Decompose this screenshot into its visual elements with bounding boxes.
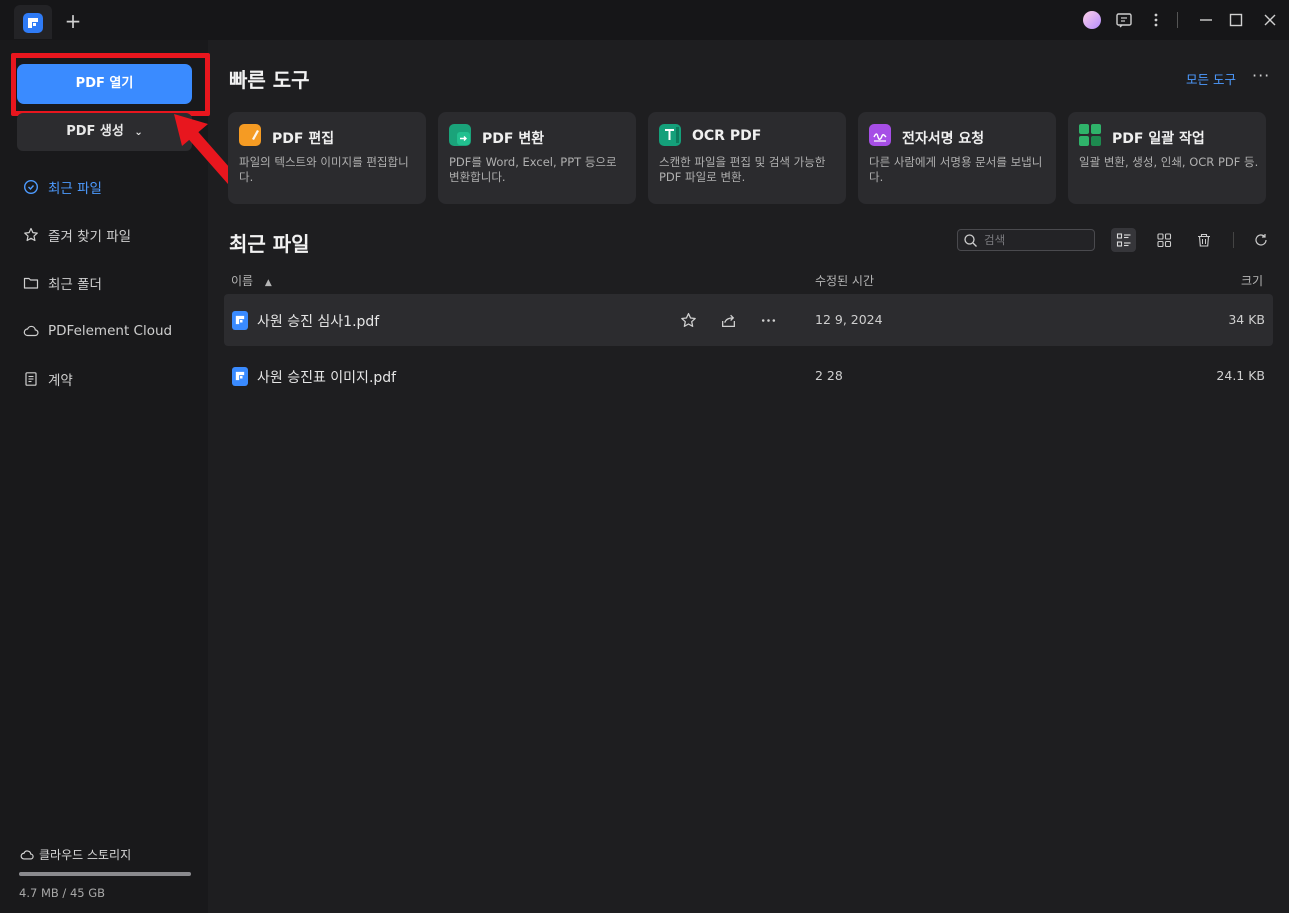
folder-icon — [22, 274, 40, 292]
cloud-icon — [22, 322, 40, 340]
refresh-icon — [1254, 234, 1267, 246]
recent-files-title: 최근 파일 — [229, 232, 310, 256]
all-tools-link[interactable]: 모든 도구 — [1186, 69, 1236, 88]
tool-card-description: 일괄 변환, 생성, 인쇄, OCR PDF 등. — [1079, 155, 1259, 169]
titlebar-divider — [1177, 12, 1178, 28]
column-header-modified[interactable]: 수정된 시간 — [815, 272, 874, 289]
file-modified-time: 12 9, 2024 — [815, 312, 883, 327]
more-horizontal-icon[interactable] — [758, 310, 778, 330]
quick-tools-title: 빠른 도구 — [229, 68, 310, 92]
search-box[interactable] — [957, 229, 1095, 251]
trash-icon — [1197, 233, 1210, 247]
clock-icon — [22, 178, 40, 196]
edit-pdf-icon — [239, 124, 261, 146]
grid-view-button[interactable] — [1151, 228, 1176, 252]
sidebar-item-label: 계약 — [48, 373, 73, 389]
tool-card-title: PDF 일괄 작업 — [1112, 131, 1205, 147]
more-vertical-icon[interactable] — [1146, 10, 1166, 30]
share-icon[interactable] — [718, 310, 738, 330]
search-input[interactable] — [984, 232, 1084, 248]
chevron-down-icon: ⌄ — [134, 127, 143, 138]
tool-card-description: 스캔한 파일을 편집 및 검색 가능한 PDF 파일로 변환. — [659, 155, 826, 184]
file-size: 34 KB — [1228, 312, 1265, 327]
tool-card-edit-pdf[interactable]: PDF 편집 파일의 텍스트와 이미지를 편집합니다. — [228, 112, 426, 204]
file-name: 사원 승진 심사1.pdf — [257, 314, 380, 330]
file-name: 사원 승진표 이미지.pdf — [257, 370, 397, 386]
minimize-icon[interactable] — [1196, 10, 1216, 30]
sidebar-item-label: 최근 파일 — [48, 181, 102, 197]
annotation-highlight-box — [11, 53, 210, 116]
pdfelement-logo-icon — [23, 13, 43, 33]
ocr-icon — [659, 124, 681, 146]
storage-usage-value: 4.7 MB / 45 GB — [19, 886, 106, 900]
sidebar-item-contracts[interactable]: 계약 — [22, 367, 202, 391]
file-modified-time: 2 28 — [815, 368, 843, 383]
tool-card-title: OCR PDF — [692, 128, 762, 144]
tool-card-e-signature[interactable]: 전자서명 요청 다른 사람에게 서명용 문서를 보냅니다. — [858, 112, 1056, 204]
pdf-file-icon — [232, 367, 248, 386]
sidebar-item-label: PDFelement Cloud — [48, 323, 173, 339]
favorite-star-icon[interactable] — [678, 310, 698, 330]
star-icon — [22, 226, 40, 244]
title-bar: + — [0, 0, 1289, 40]
tool-card-convert-pdf[interactable]: PDF 변환 PDF를 Word, Excel, PPT 등으로 변환합니다. — [438, 112, 636, 204]
tool-card-title: PDF 변환 — [482, 131, 545, 147]
storage-usage-fill — [19, 872, 191, 876]
sidebar-item-favorites[interactable]: 즐겨 찾기 파일 — [22, 223, 202, 247]
storage-usage-bar — [19, 872, 191, 876]
tool-card-batch[interactable]: PDF 일괄 작업 일괄 변환, 생성, 인쇄, OCR PDF 등. — [1068, 112, 1266, 204]
sidebar-item-label: 최근 폴더 — [48, 277, 102, 293]
signature-icon — [869, 124, 891, 146]
create-pdf-label: PDF 생성 — [66, 124, 124, 139]
file-size: 24.1 KB — [1216, 368, 1265, 383]
tool-card-description: 다른 사람에게 서명용 문서를 보냅니다. — [869, 155, 1043, 184]
convert-pdf-icon — [449, 124, 471, 146]
column-header-name[interactable]: 이름 ▲ — [231, 272, 272, 289]
tool-card-title: PDF 편집 — [272, 131, 335, 147]
refresh-button[interactable] — [1248, 228, 1273, 252]
cloud-storage-label[interactable]: 클라우드 스토리지 — [20, 846, 131, 863]
pdf-file-icon — [232, 311, 248, 330]
batch-icon — [1079, 124, 1101, 146]
search-icon — [963, 233, 978, 252]
sidebar-item-label: 즐겨 찾기 파일 — [48, 229, 132, 245]
list-view-icon — [1116, 233, 1130, 247]
cloud-icon — [20, 848, 34, 862]
new-tab-button[interactable]: + — [62, 10, 84, 32]
list-view-button[interactable] — [1111, 228, 1136, 252]
tool-card-title: 전자서명 요청 — [902, 131, 985, 147]
grid-view-icon — [1156, 233, 1171, 248]
clear-list-button[interactable] — [1191, 228, 1216, 252]
table-row[interactable]: 사원 승진표 이미지.pdf 2 28 24.1 KB — [224, 350, 1273, 402]
tool-card-description: PDF를 Word, Excel, PPT 등으로 변환합니다. — [449, 155, 617, 184]
app-home-tab[interactable] — [14, 5, 52, 39]
tool-card-ocr-pdf[interactable]: OCR PDF 스캔한 파일을 편집 및 검색 가능한 PDF 파일로 변환. — [648, 112, 846, 204]
more-horizontal-icon[interactable]: ··· — [1252, 66, 1270, 85]
sidebar-item-recent-folders[interactable]: 최근 폴더 — [22, 271, 202, 295]
cloud-storage-text: 클라우드 스토리지 — [39, 848, 132, 862]
column-header-size[interactable]: 크기 — [1241, 272, 1263, 289]
table-row[interactable]: 사원 승진 심사1.pdf 12 9, 2024 34 KB — [224, 294, 1273, 346]
sidebar-item-cloud[interactable]: PDFelement Cloud — [22, 319, 202, 343]
maximize-icon[interactable] — [1226, 10, 1246, 30]
create-pdf-button[interactable]: PDF 생성 ⌄ — [17, 113, 192, 151]
column-header-label: 이름 — [231, 274, 254, 288]
feedback-icon[interactable] — [1114, 10, 1134, 30]
tool-card-description: 파일의 텍스트와 이미지를 편집합니다. — [239, 155, 409, 184]
sort-ascending-icon: ▲ — [264, 278, 272, 288]
close-icon[interactable] — [1260, 10, 1280, 30]
document-icon — [22, 370, 40, 388]
toolbar-divider — [1233, 232, 1234, 248]
user-avatar[interactable] — [1083, 11, 1101, 29]
